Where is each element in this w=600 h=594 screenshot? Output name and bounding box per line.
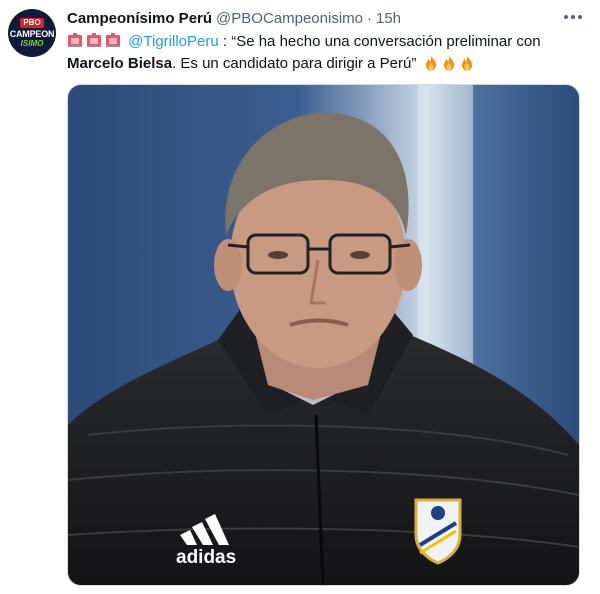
brand-text: adidas <box>176 547 236 568</box>
text-bold-name: Marcelo Bielsa <box>67 55 173 72</box>
mention-link[interactable]: @TigrilloPeru <box>128 33 219 50</box>
siren-icon <box>68 33 82 47</box>
account-name[interactable]: Campeonísimo Perú <box>67 10 212 27</box>
account-handle[interactable]: @PBOCampeonisimo <box>216 10 363 27</box>
avatar-badge: PBO <box>20 18 44 28</box>
text-part2: . Es un candidato para dirigir a Perú” <box>172 55 421 72</box>
fire-icon <box>443 55 454 71</box>
avatar-line1: CAMPEON <box>9 29 55 39</box>
tweet-header: Campeonísimo Perú @PBOCampeonisimo · 15h <box>67 7 580 29</box>
text-part1: : “Se ha hecho una conversación prelimin… <box>218 33 541 50</box>
timestamp[interactable]: 15h <box>376 10 401 27</box>
photo-illustration: adidas <box>68 85 579 585</box>
tweet-card[interactable]: PBO CAMPEON ISIMO Campeonísimo Perú @PBO… <box>0 0 600 594</box>
siren-icon <box>87 33 101 47</box>
fire-icon <box>461 55 472 71</box>
separator-dot: · <box>367 9 372 27</box>
avatar[interactable]: PBO CAMPEON ISIMO <box>8 9 56 57</box>
siren-icon <box>106 33 120 47</box>
avatar-line2: ISIMO <box>20 39 44 48</box>
more-options-icon[interactable] <box>564 9 582 25</box>
tweet-photo[interactable]: adidas <box>67 84 580 586</box>
fire-icon <box>425 55 436 71</box>
club-crest-icon <box>414 498 462 565</box>
tweet-text: @TigrilloPeru : “Se ha hecho una convers… <box>67 31 572 75</box>
